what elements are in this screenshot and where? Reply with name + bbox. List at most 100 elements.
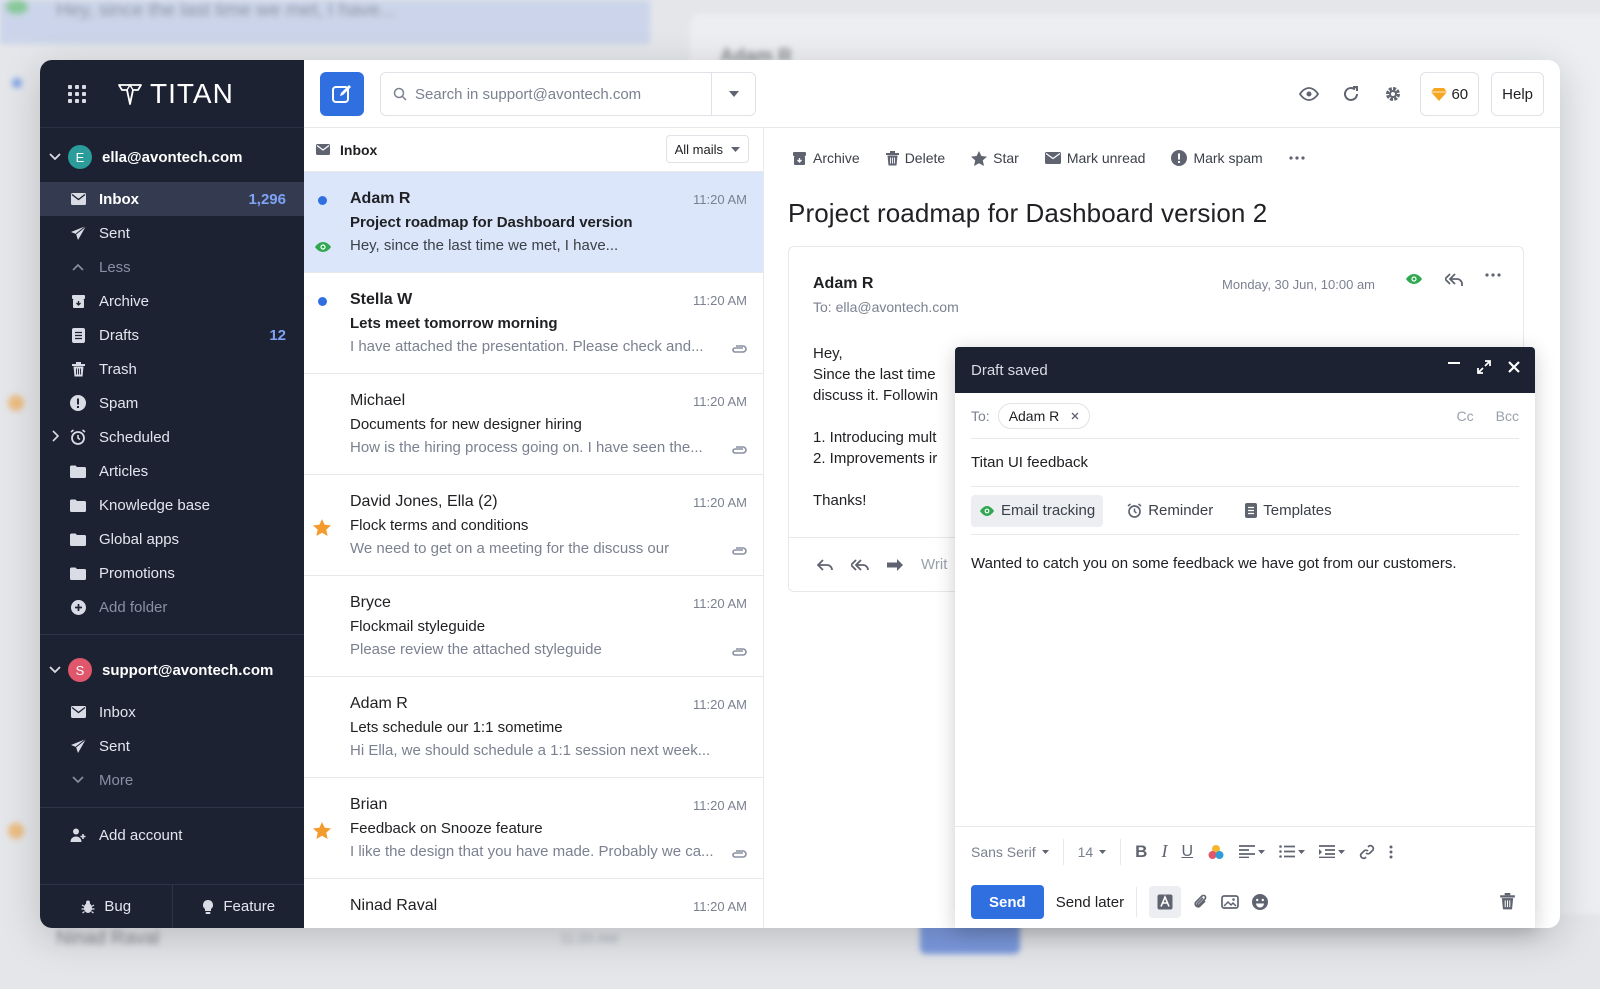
sidebar-item-trash[interactable]: Trash	[40, 352, 304, 386]
star-icon[interactable]	[313, 822, 331, 844]
email-tracking-toggle[interactable]: Email tracking	[971, 494, 1104, 527]
sidebar-item-spam[interactable]: Spam	[40, 386, 304, 420]
feature-label: Feature	[223, 898, 276, 915]
star-button[interactable]: Star	[971, 150, 1019, 166]
underline-icon[interactable]: U	[1181, 843, 1193, 861]
message-body: Hey, Since the last time discuss it. Fol…	[813, 343, 943, 511]
mail-row[interactable]: Bryce Flockmail styleguide Please review…	[304, 576, 763, 677]
eye-icon	[1299, 87, 1320, 101]
mail-filter-dropdown[interactable]: All mails	[665, 135, 749, 163]
mail-row[interactable]: Adam R Project roadmap for Dashboard ver…	[304, 172, 763, 273]
list-select[interactable]	[1279, 845, 1306, 858]
folder-icon	[70, 463, 86, 479]
reminder-button[interactable]: Reminder	[1119, 495, 1221, 527]
reply-all-icon[interactable]	[1445, 273, 1463, 287]
image-icon[interactable]	[1221, 894, 1239, 910]
send-button[interactable]: Send	[971, 885, 1044, 919]
read-receipts-button[interactable]	[1294, 79, 1324, 109]
reply-placeholder[interactable]: Writ	[921, 556, 947, 573]
sidebar-item-scheduled[interactable]: Scheduled	[40, 420, 304, 454]
sidebar-item-inbox[interactable]: Inbox	[40, 695, 304, 729]
mail-row[interactable]: Michael Documents for new designer hirin…	[304, 374, 763, 475]
sidebar-item-promotions[interactable]: Promotions	[40, 556, 304, 590]
mail-row[interactable]: Adam R Lets schedule our 1:1 sometime Hi…	[304, 677, 763, 778]
refresh-button[interactable]	[1336, 79, 1366, 109]
mark-spam-button[interactable]: Mark spam	[1171, 150, 1263, 166]
apps-grid-icon[interactable]	[68, 84, 86, 103]
expand-icon[interactable]	[1477, 360, 1491, 374]
bcc-toggle[interactable]: Bcc	[1496, 408, 1519, 424]
discard-draft-icon[interactable]	[1500, 893, 1515, 910]
add-account-button[interactable]: Add account	[40, 818, 304, 852]
compose-button[interactable]	[320, 72, 364, 116]
attachment-icon	[731, 644, 747, 662]
mail-row[interactable]: Ninad Raval 11:20 AM	[304, 879, 763, 928]
more-actions-button[interactable]	[1289, 156, 1305, 160]
templates-button[interactable]: Templates	[1237, 495, 1339, 527]
chevron-down-icon[interactable]	[46, 661, 64, 679]
forward-icon[interactable]	[887, 558, 903, 571]
drafts-icon	[70, 327, 86, 343]
report-bug-button[interactable]: Bug	[40, 885, 173, 928]
message-actions	[1405, 273, 1501, 287]
eye-icon[interactable]	[1405, 273, 1423, 285]
credits-badge[interactable]: 60	[1420, 72, 1480, 116]
indent-select[interactable]	[1319, 845, 1346, 858]
delete-button[interactable]: Delete	[885, 150, 945, 166]
minimize-icon[interactable]	[1447, 360, 1461, 374]
chevron-right-icon[interactable]	[52, 429, 60, 446]
account-header[interactable]: S support@avontech.com	[40, 645, 304, 695]
text-color-icon[interactable]	[1207, 844, 1225, 860]
caret-down-icon	[1298, 849, 1306, 854]
sidebar-item-drafts[interactable]: Drafts 12	[40, 318, 304, 352]
sidebar-item-articles[interactable]: Articles	[40, 454, 304, 488]
reply-all-icon[interactable]	[851, 558, 869, 571]
recipient-chip[interactable]: Adam R	[997, 402, 1091, 429]
mail-sender: Bryce	[350, 594, 391, 611]
reply-icon[interactable]	[817, 558, 833, 571]
search-box[interactable]: Search in support@avontech.com	[380, 72, 756, 116]
more-vertical-icon[interactable]	[1389, 845, 1393, 859]
subject-field[interactable]: Titan UI feedback	[971, 439, 1519, 487]
align-select[interactable]	[1239, 845, 1266, 858]
feature-request-button[interactable]: Feature	[173, 885, 305, 928]
mail-row[interactable]: Stella W Lets meet tomorrow morning I ha…	[304, 273, 763, 374]
sidebar-item-less[interactable]: Less	[40, 250, 304, 284]
sidebar-item-archive[interactable]: Archive	[40, 284, 304, 318]
chevron-down-icon[interactable]	[46, 148, 64, 166]
sidebar-item-sent[interactable]: Sent	[40, 729, 304, 763]
cc-toggle[interactable]: Cc	[1457, 408, 1474, 424]
formatting-toggle[interactable]	[1149, 886, 1182, 918]
sidebar-item-sent[interactable]: Sent	[40, 216, 304, 250]
compose-body[interactable]: Wanted to catch you on some feedback we …	[971, 555, 1519, 572]
attachment-icon[interactable]	[1193, 893, 1209, 911]
settings-button[interactable]	[1378, 79, 1408, 109]
sidebar-item-inbox[interactable]: Inbox 1,296	[40, 182, 304, 216]
mail-sender: Brian	[350, 796, 388, 813]
to-field[interactable]: To: Adam R Cc Bcc	[971, 393, 1519, 439]
font-size-select[interactable]: 14	[1078, 844, 1107, 860]
close-icon[interactable]	[1507, 360, 1521, 374]
emoji-icon[interactable]	[1251, 893, 1269, 911]
sidebar-item-add-folder[interactable]: Add folder	[40, 590, 304, 624]
archive-button[interactable]: Archive	[792, 150, 860, 166]
mark-unread-button[interactable]: Mark unread	[1044, 150, 1145, 166]
sidebar-item-global-apps[interactable]: Global apps	[40, 522, 304, 556]
more-horizontal-icon[interactable]	[1485, 273, 1501, 277]
sidebar-item-more[interactable]: More	[40, 763, 304, 797]
italic-icon[interactable]: I	[1161, 841, 1167, 862]
search-options-dropdown[interactable]	[711, 73, 755, 115]
font-family-select[interactable]: Sans Serif	[971, 844, 1049, 860]
bold-icon[interactable]: B	[1135, 842, 1147, 862]
link-icon[interactable]	[1359, 844, 1375, 860]
message-date: Monday, 30 Jun, 10:00 am	[1222, 277, 1375, 292]
star-icon[interactable]	[313, 519, 331, 541]
mail-row[interactable]: Brian Feedback on Snooze feature I like …	[304, 778, 763, 879]
send-later-button[interactable]: Send later	[1056, 887, 1138, 917]
mail-subject: Flockmail styleguide	[350, 618, 486, 635]
sidebar-item-knowledge-base[interactable]: Knowledge base	[40, 488, 304, 522]
mail-row[interactable]: David Jones, Ella (2) Flock terms and co…	[304, 475, 763, 576]
remove-recipient-icon[interactable]	[1071, 412, 1079, 420]
account-header[interactable]: E ella@avontech.com	[40, 132, 304, 182]
help-button[interactable]: Help	[1491, 72, 1544, 116]
